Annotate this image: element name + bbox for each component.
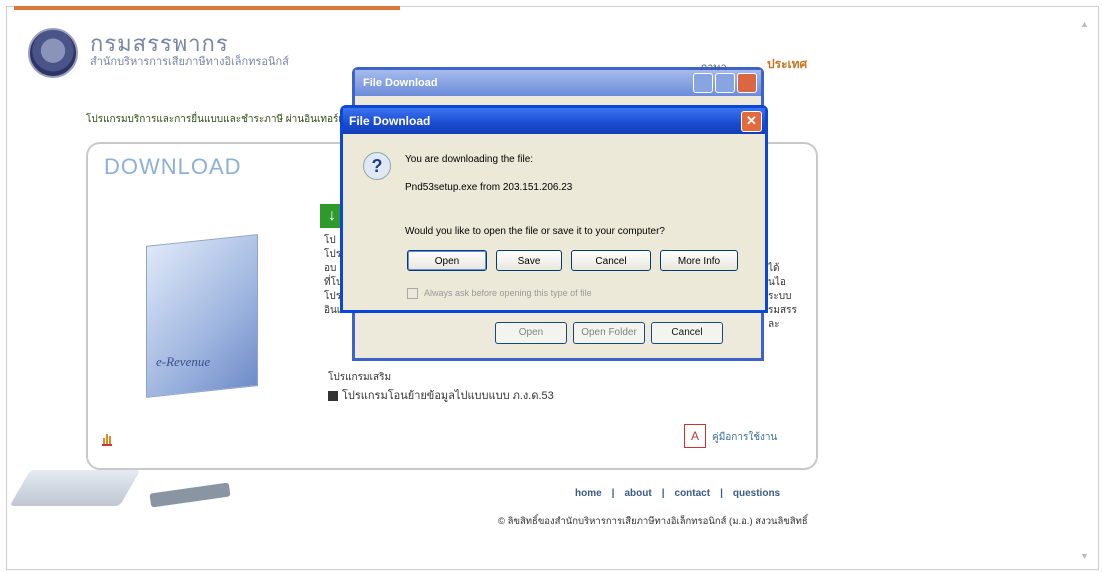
footer-link-about[interactable]: about (624, 488, 651, 499)
product-box-image (146, 234, 258, 398)
background-window-controls (691, 73, 757, 98)
dialog-buttons: Open Save Cancel More Info (407, 250, 738, 271)
minimize-icon[interactable] (693, 73, 713, 93)
footer-separator: | (720, 488, 723, 499)
question-icon: ? (363, 152, 391, 180)
header-link-right[interactable]: ประเทศ (767, 55, 807, 74)
right-line: รมสรร (768, 305, 797, 316)
close-icon[interactable] (737, 73, 757, 93)
dialog-file-info: Pnd53setup.exe from 203.151.206.23 (405, 182, 573, 193)
footer-nav: home | about | contact | questions (570, 488, 785, 499)
background-dialog-buttons: Open Open Folder Cancel (495, 322, 729, 344)
footer-separator: | (661, 488, 665, 499)
stats-icon[interactable] (102, 432, 112, 446)
news-marquee[interactable]: โปรแกรมบริการและการยื่นแบบและชำระภาษี ผ่… (86, 112, 355, 127)
right-text: ได้ นไอ ระบบ รมสรร ละ (768, 262, 797, 332)
right-line: ได้ (768, 263, 780, 274)
scroll-up-arrow-icon[interactable]: ▲ (1080, 19, 1090, 29)
background-cancel-button[interactable]: Cancel (651, 322, 723, 344)
addon-link[interactable]: โปรแกรมโอนย้ายข้อมูลไปแบบแบบ ภ.ง.ด.53 (328, 386, 554, 404)
right-line: นไอ (768, 277, 786, 288)
close-icon[interactable]: ✕ (741, 111, 762, 132)
top-accent-bar (14, 6, 400, 10)
right-line: ละ (768, 319, 780, 330)
pdf-icon[interactable]: A (684, 424, 706, 448)
org-subtitle: สำนักบริหารการเสียภาษีทางอิเล็กทรอนิกส์ (90, 56, 289, 68)
addon-heading: โปรแกรมเสริม (328, 372, 392, 383)
file-download-dialog: File Download ✕ ? You are downloading th… (340, 105, 768, 313)
save-button[interactable]: Save (496, 250, 562, 271)
addon-link-label[interactable]: โปรแกรมโอนย้ายข้อมูลไปแบบแบบ ภ.ง.ด.53 (342, 390, 554, 402)
open-button[interactable]: Open (407, 250, 487, 271)
checkbox-icon[interactable] (407, 288, 418, 300)
revenue-department-logo (28, 28, 78, 78)
more-info-button[interactable]: More Info (660, 250, 738, 271)
always-ask-checkbox[interactable]: Always ask before opening this type of f… (407, 288, 592, 300)
maximize-icon[interactable] (715, 73, 735, 93)
dialog-title: File Download (343, 108, 765, 134)
always-ask-label: Always ask before opening this type of f… (424, 288, 592, 298)
dialog-question: Would you like to open the file or save … (405, 226, 665, 237)
dialog-message: You are downloading the file: (405, 154, 534, 165)
manual-link[interactable]: คู่มือการใช้งาน (712, 430, 777, 445)
right-line: ระบบ (768, 291, 792, 302)
background-open-button: Open (495, 322, 567, 344)
footer-link-questions[interactable]: questions (733, 488, 780, 499)
footer-link-contact[interactable]: contact (675, 488, 711, 499)
cancel-button[interactable]: Cancel (571, 250, 651, 271)
background-open-folder-button: Open Folder (573, 322, 645, 344)
panel-title: DOWNLOAD (104, 154, 242, 179)
floppy-disk-icon (328, 391, 338, 402)
product-label: e-Revenue (156, 354, 211, 369)
copyright-text: © ลิขสิทธิ์ของสำนักบริหารการเสียภาษีทางอ… (498, 516, 808, 527)
scroll-down-arrow-icon[interactable]: ▼ (1080, 551, 1090, 561)
footer-separator: | (611, 488, 615, 499)
laptop-illustration (9, 470, 141, 506)
footer-link-home[interactable]: home (575, 488, 602, 499)
